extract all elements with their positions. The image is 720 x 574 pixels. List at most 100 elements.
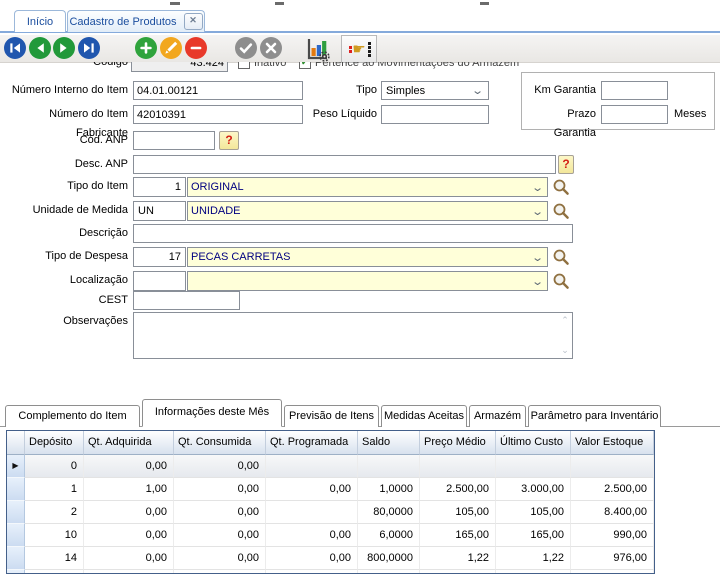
- numero-fabricante-field[interactable]: [133, 105, 303, 124]
- column-header[interactable]: Preço Médio: [420, 431, 496, 455]
- last-record-button[interactable]: [77, 36, 101, 60]
- pertence-checkbox[interactable]: ✓: [299, 62, 311, 69]
- tab-previsao-de-itens[interactable]: Previsão de Itens: [284, 405, 379, 427]
- tipo-despesa-combobox[interactable]: PECAS CARRETAS ⌄: [187, 247, 548, 267]
- localizacao-combobox[interactable]: ⌄: [187, 271, 548, 291]
- table-row[interactable]: 1 1,00 0,00 0,00 1,0000 2.500,00 3.000,0…: [7, 478, 654, 501]
- numero-interno-field[interactable]: [133, 81, 303, 100]
- prazo-garantia-field[interactable]: [601, 105, 668, 124]
- peso-liquido-field[interactable]: [381, 105, 489, 124]
- column-header[interactable]: Saldo: [358, 431, 420, 455]
- first-record-button[interactable]: [3, 36, 27, 60]
- unidade-medida-combobox[interactable]: UNIDADE ⌄: [187, 201, 548, 221]
- row-gutter: [7, 547, 25, 570]
- tab-parametro-para-inventario[interactable]: Parâmetro para Inventário: [528, 405, 661, 427]
- desc-anp-help-button[interactable]: ?: [558, 155, 574, 174]
- desc-anp-field[interactable]: [133, 155, 556, 174]
- tab-informacoes-deste-mes[interactable]: Informações deste Mês: [142, 399, 282, 427]
- chevron-down-icon[interactable]: ⌄: [531, 251, 544, 264]
- table-row[interactable]: 2 0,00 0,00 80,0000 105,00 105,00 8.400,…: [7, 501, 654, 524]
- table-row[interactable]: ▶ 0 0,00 0,00: [7, 455, 654, 478]
- row-gutter: [7, 478, 25, 501]
- chevron-down-icon[interactable]: ⌄: [531, 275, 544, 288]
- insert-record-button[interactable]: [134, 36, 158, 60]
- cell: 1,22: [420, 547, 496, 570]
- cell: 0,00: [174, 501, 266, 524]
- column-header[interactable]: Qt. Consumida: [174, 431, 266, 455]
- cadastro-de-produtos-window: Início Cadastro de Produtos ✕ ☛ Código I…: [0, 0, 720, 574]
- grid-gutter-header: [7, 431, 25, 455]
- table-row[interactable]: 14 0,00 0,00 0,00 800,0000 1,22 1,22 976…: [7, 547, 654, 570]
- tab-cadastro-de-produtos[interactable]: Cadastro de Produtos ✕: [67, 10, 205, 32]
- descricao-field[interactable]: [133, 224, 573, 243]
- tab-medidas-aceitas[interactable]: Medidas Aceitas: [381, 405, 467, 427]
- prior-record-button[interactable]: [28, 36, 52, 60]
- tipo-despesa-search-icon[interactable]: [552, 248, 570, 266]
- cest-field[interactable]: [133, 291, 240, 310]
- tab-complemento-do-item[interactable]: Complemento do Item: [5, 405, 140, 427]
- row-indicator: ▶: [7, 455, 25, 478]
- cod-anp-help-button[interactable]: ?: [219, 131, 239, 150]
- scroll-down-icon[interactable]: ⌄: [560, 346, 570, 355]
- cell: 105,00: [496, 501, 571, 524]
- cell: 1,22: [496, 547, 571, 570]
- table-row[interactable]: 10 0,00 0,00 0,00 6,0000 165,00 165,00 9…: [7, 524, 654, 547]
- chevron-down-icon[interactable]: ⌄: [471, 84, 484, 97]
- column-header[interactable]: Depósito: [25, 431, 84, 455]
- column-header[interactable]: Último Custo: [496, 431, 571, 455]
- pertence-label: Pertence ao Movimentações do Armazém: [315, 62, 565, 70]
- row-gutter: [7, 501, 25, 524]
- tipo-item-combobox[interactable]: ORIGINAL ⌄: [187, 177, 548, 197]
- column-header[interactable]: Valor Estoque: [571, 431, 654, 455]
- cell: 8.400,00: [571, 501, 654, 524]
- tipo-despesa-code-field[interactable]: 17: [133, 247, 186, 267]
- column-header[interactable]: Qt. Programada: [266, 431, 358, 455]
- tipo-item-code-field[interactable]: 1: [133, 177, 186, 197]
- cell: 0: [25, 455, 84, 478]
- close-tab-icon[interactable]: ✕: [184, 13, 203, 30]
- tab-inicio-label: Início: [27, 16, 53, 28]
- cell: 2.500,00: [420, 478, 496, 501]
- cell: 800,0000: [358, 547, 420, 570]
- peso-liquido-label: Peso Líquido: [290, 105, 377, 124]
- cell: [358, 455, 420, 478]
- cell: 23,30: [420, 570, 496, 574]
- observacoes-field[interactable]: ⌃ ⌄: [133, 312, 573, 359]
- cell: 0,00: [174, 455, 266, 478]
- tab-armazem[interactable]: Armazém: [469, 405, 526, 427]
- localizacao-code-field[interactable]: [133, 271, 186, 291]
- cell: [266, 501, 358, 524]
- cell: 0,00: [266, 478, 358, 501]
- scroll-up-icon[interactable]: ⌃: [560, 316, 570, 325]
- chevron-down-icon[interactable]: ⌄: [531, 181, 544, 194]
- localizacao-search-icon[interactable]: [552, 272, 570, 290]
- tab-inicio[interactable]: Início: [14, 10, 66, 32]
- edit-record-button[interactable]: [159, 36, 183, 60]
- chevron-down-icon[interactable]: ⌄: [531, 205, 544, 218]
- unidade-medida-code-field[interactable]: UN: [133, 201, 186, 221]
- cell: 0,00: [266, 570, 358, 574]
- cell: 0,00: [174, 570, 266, 574]
- tipo-combobox[interactable]: Simples ⌄: [381, 81, 489, 100]
- chart-settings-icon[interactable]: [303, 36, 331, 62]
- column-header[interactable]: Qt. Adquirida: [84, 431, 174, 455]
- next-record-button[interactable]: [52, 36, 76, 60]
- cancel-record-button[interactable]: [259, 36, 283, 60]
- select-record-button[interactable]: ☛: [341, 35, 377, 63]
- confirm-record-button[interactable]: [234, 36, 258, 60]
- tipo-despesa-value: PECAS CARRETAS: [191, 251, 533, 263]
- estoque-grid: Depósito Qt. Adquirida Qt. Consumida Qt.…: [6, 430, 655, 574]
- table-row[interactable]: 15 0,00 0,00 0,00 450,0000 23,30 27,40 1…: [7, 570, 654, 574]
- cell: 0,00: [174, 478, 266, 501]
- inativo-checkbox[interactable]: [238, 62, 250, 69]
- cell: [266, 455, 358, 478]
- tab-cadastro-label: Cadastro de Produtos: [69, 16, 176, 28]
- cell: 105,00: [420, 501, 496, 524]
- cod-anp-field[interactable]: [133, 131, 215, 150]
- cell: 1: [25, 478, 84, 501]
- prazo-garantia-label: Prazo Garantia: [524, 105, 596, 143]
- unidade-medida-search-icon[interactable]: [552, 202, 570, 220]
- delete-record-button[interactable]: [184, 36, 208, 60]
- km-garantia-field[interactable]: [601, 81, 668, 100]
- tipo-item-search-icon[interactable]: [552, 178, 570, 196]
